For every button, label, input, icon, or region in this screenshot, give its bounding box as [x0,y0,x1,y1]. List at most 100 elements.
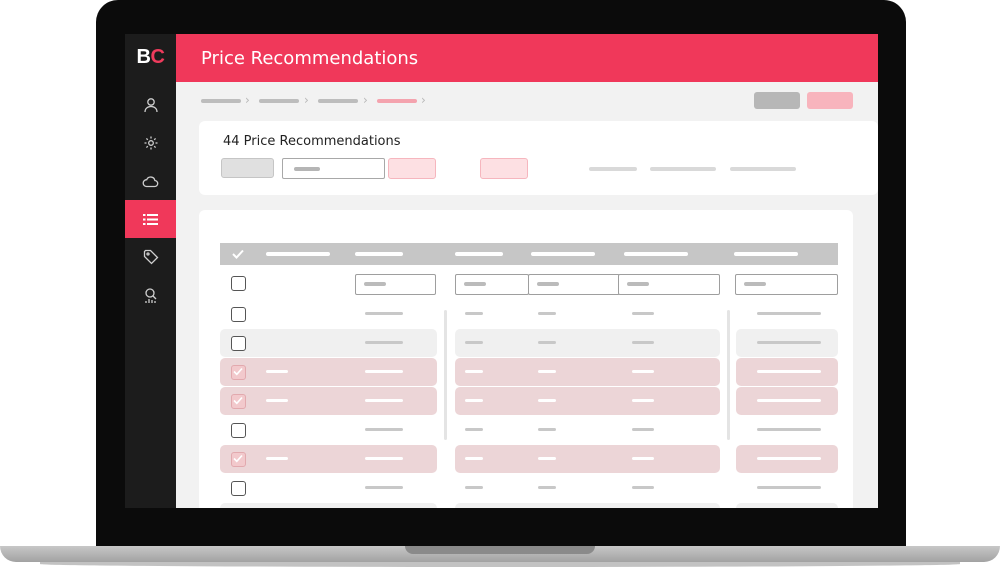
sidebar-item-analytics[interactable] [125,276,176,314]
row-checkbox[interactable] [231,336,246,351]
top-header: Price Recommendations [176,34,878,82]
table-row[interactable] [220,329,838,357]
cell-value [632,399,654,402]
primary-button[interactable] [807,92,853,109]
sidebar-item-settings[interactable] [125,124,176,162]
cell-value [757,486,821,489]
row-checkbox[interactable] [231,276,246,291]
row-segment [455,329,720,357]
recommendations-table [220,230,838,508]
search-input[interactable] [282,158,385,179]
table-card [199,210,853,508]
secondary-button[interactable] [754,92,800,109]
table-row[interactable] [220,474,838,502]
row-checkbox[interactable] [231,365,246,380]
cell-value [538,457,556,460]
table-row[interactable] [220,358,838,386]
cell-value [465,428,483,431]
row-segment [736,503,838,508]
table-row[interactable] [220,416,838,444]
breadcrumb-item[interactable] [318,99,358,103]
column-scrollbar[interactable] [727,310,730,440]
table-row[interactable] [220,503,838,508]
column-filter-input[interactable] [618,274,720,295]
table-row[interactable] [220,387,838,415]
cell-value [365,312,403,315]
sidebar-item-tags[interactable] [125,238,176,276]
cell-value [266,370,288,373]
column-filter-input[interactable] [455,274,529,295]
cell-value [266,457,288,460]
row-segment [220,503,437,508]
cell-value [632,428,654,431]
table-row[interactable] [220,300,838,328]
filter-button[interactable] [221,158,274,178]
table-row[interactable] [220,445,838,473]
cell-value [465,312,483,315]
row-checkbox[interactable] [231,452,246,467]
row-segment [455,503,720,508]
column-filter-input[interactable] [355,274,436,295]
row-checkbox[interactable] [231,394,246,409]
app-screen: BC Price Recommendations › › › › 44 Pric… [125,34,878,508]
column-filter-input[interactable] [528,274,620,295]
analytics-search-icon [144,287,156,303]
row-checkbox[interactable] [231,481,246,496]
cell-value [757,399,821,402]
chevron-right-icon: › [421,93,426,107]
row-checkbox[interactable] [231,307,246,322]
cell-value [465,399,483,402]
cell-value [538,428,556,431]
toolbar-link[interactable] [589,167,637,171]
select-all-check-icon[interactable] [232,249,244,259]
cell-value [365,428,403,431]
chevron-right-icon: › [304,93,309,107]
cell-value [365,370,403,373]
cell-value [632,341,654,344]
cell-value [465,486,483,489]
cell-value [632,312,654,315]
brand-logo[interactable]: BC [125,46,176,69]
column-filter-input[interactable] [735,274,838,295]
gear-icon [144,136,157,150]
toolbar-link[interactable] [730,167,796,171]
sidebar: BC [125,34,176,508]
column-header[interactable] [266,252,330,256]
apply-button[interactable] [388,158,436,179]
cell-value [266,399,288,402]
logo-letter-b: B [136,46,151,68]
breadcrumb-item[interactable] [259,99,299,103]
cell-value [538,312,556,315]
cell-value [757,428,821,431]
column-scrollbar[interactable] [444,310,447,440]
logo-letter-c: C [150,46,165,68]
row-segment [455,445,720,473]
table-header [220,243,838,265]
sidebar-item-cloud[interactable] [125,162,176,200]
laptop-notch [405,546,595,554]
sidebar-item-users[interactable] [125,86,176,124]
sidebar-item-recommendations[interactable] [125,200,176,238]
cell-value [757,341,821,344]
column-header[interactable] [531,252,595,256]
cell-value [757,312,821,315]
cell-value [365,341,403,344]
row-segment [455,387,720,415]
column-header[interactable] [734,252,798,256]
column-header[interactable] [624,252,688,256]
cell-value [465,341,483,344]
cell-value [538,370,556,373]
toolbar-link[interactable] [650,167,716,171]
breadcrumb-current [377,99,417,103]
cell-value [632,370,654,373]
user-icon [143,98,158,113]
column-header[interactable] [455,252,503,256]
action-button[interactable] [480,158,528,179]
cell-value [538,486,556,489]
column-header[interactable] [355,252,403,256]
cell-value [465,457,483,460]
list-icon [143,213,158,225]
row-checkbox[interactable] [231,423,246,438]
row-segment [455,358,720,386]
breadcrumb-item[interactable] [201,99,241,103]
